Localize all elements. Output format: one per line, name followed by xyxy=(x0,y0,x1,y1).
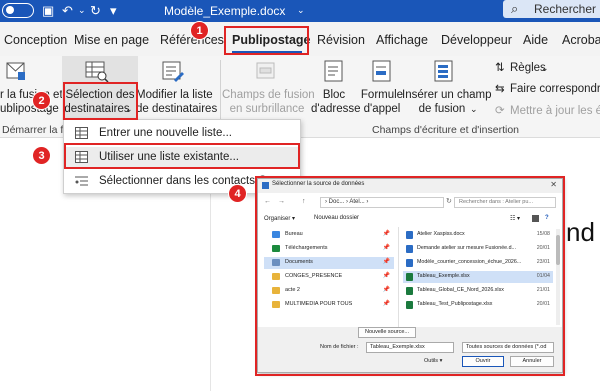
tab-mise-en-page[interactable]: Mise en page xyxy=(74,33,149,47)
title-dropdown-icon[interactable]: ⌄ xyxy=(297,3,305,18)
rules-caret-icon[interactable]: ⌄ xyxy=(541,61,549,75)
search-box[interactable]: ⌕ Rechercher xyxy=(503,0,600,18)
document-title: Modèle_Exemple.docx xyxy=(164,4,286,18)
new-list-icon xyxy=(75,127,88,139)
menu-item-label: Sélectionner dans les contacts Out xyxy=(99,175,277,187)
update-labels-icon: ⟳ xyxy=(495,105,505,117)
address-block-icon xyxy=(324,60,343,82)
save-icon[interactable]: ▣ xyxy=(42,3,54,18)
step-badge-3: 3 xyxy=(32,146,51,165)
greeting-line-label-2[interactable]: d'appel xyxy=(360,102,404,116)
tab-conception[interactable]: Conception xyxy=(4,33,67,47)
undo-dropdown-icon[interactable]: ⌄ xyxy=(78,3,86,18)
tab-aide[interactable]: Aide xyxy=(523,33,548,47)
customize-toolbar-icon[interactable]: ▾ xyxy=(110,3,117,18)
edit-list-icon xyxy=(162,61,184,82)
undo-icon[interactable]: ↶ xyxy=(62,3,73,18)
start-merge-icon xyxy=(6,62,25,80)
step-badge-1: 1 xyxy=(190,21,209,40)
edit-list-label-2[interactable]: de destinataires xyxy=(136,102,217,116)
tab-developpeur[interactable]: Développeur xyxy=(441,33,512,47)
highlight-fields-label-1: Champs de fusion xyxy=(222,89,315,101)
menu-item-new-list[interactable]: Entrer une nouvelle liste... xyxy=(64,123,300,145)
step-highlight-3 xyxy=(64,143,300,169)
step-highlight-1 xyxy=(224,26,309,55)
update-labels-button: Mettre à jour les étiq xyxy=(510,105,600,117)
greeting-line-icon xyxy=(372,60,391,82)
recipient-list-icon xyxy=(85,61,109,83)
step-badge-4: 4 xyxy=(228,184,247,203)
rules-icon: ⇅ xyxy=(495,62,505,74)
tab-revision[interactable]: Révision xyxy=(317,33,365,47)
highlight-fields-label-2: en surbrillance xyxy=(229,103,305,115)
contacts-icon xyxy=(75,176,88,186)
search-label: Rechercher xyxy=(534,2,597,16)
group-write-label: Champs d'écriture et d'insertion xyxy=(372,124,519,136)
address-block-label-2[interactable]: d'adresse xyxy=(311,102,361,116)
title-bar: ▣ ↶ ⌄ ↻ ▾ Modèle_Exemple.docx ⌄ ⌕ Recher… xyxy=(0,0,600,22)
greeting-line-label-1[interactable]: Formule xyxy=(360,88,404,102)
group-start-label: Démarrer la fu xyxy=(2,124,70,136)
insert-field-label-1[interactable]: Insérer un champ xyxy=(402,88,492,102)
match-fields-icon: ⇆ xyxy=(495,83,505,95)
tab-acrobat[interactable]: Acroba xyxy=(562,33,600,47)
menu-item-label: Entrer une nouvelle liste... xyxy=(99,127,232,139)
document-heading-fragment: nd xyxy=(566,217,595,247)
search-icon: ⌕ xyxy=(511,1,519,16)
match-fields-button[interactable]: Faire correspondre l xyxy=(510,82,600,96)
step-highlight-2 xyxy=(63,82,138,120)
insert-field-icon xyxy=(434,60,453,82)
step-highlight-4 xyxy=(255,176,565,376)
insert-field-caret-icon[interactable]: ⌄ xyxy=(470,102,478,116)
tab-affichage[interactable]: Affichage xyxy=(376,33,428,47)
address-block-label-1[interactable]: Bloc xyxy=(311,88,357,102)
redo-icon[interactable]: ↻ xyxy=(90,3,101,18)
step-badge-2: 2 xyxy=(32,91,51,110)
edit-list-label-1[interactable]: Modifier la liste xyxy=(136,88,213,102)
autosave-toggle[interactable] xyxy=(2,3,34,18)
highlight-fields-icon xyxy=(256,62,275,79)
